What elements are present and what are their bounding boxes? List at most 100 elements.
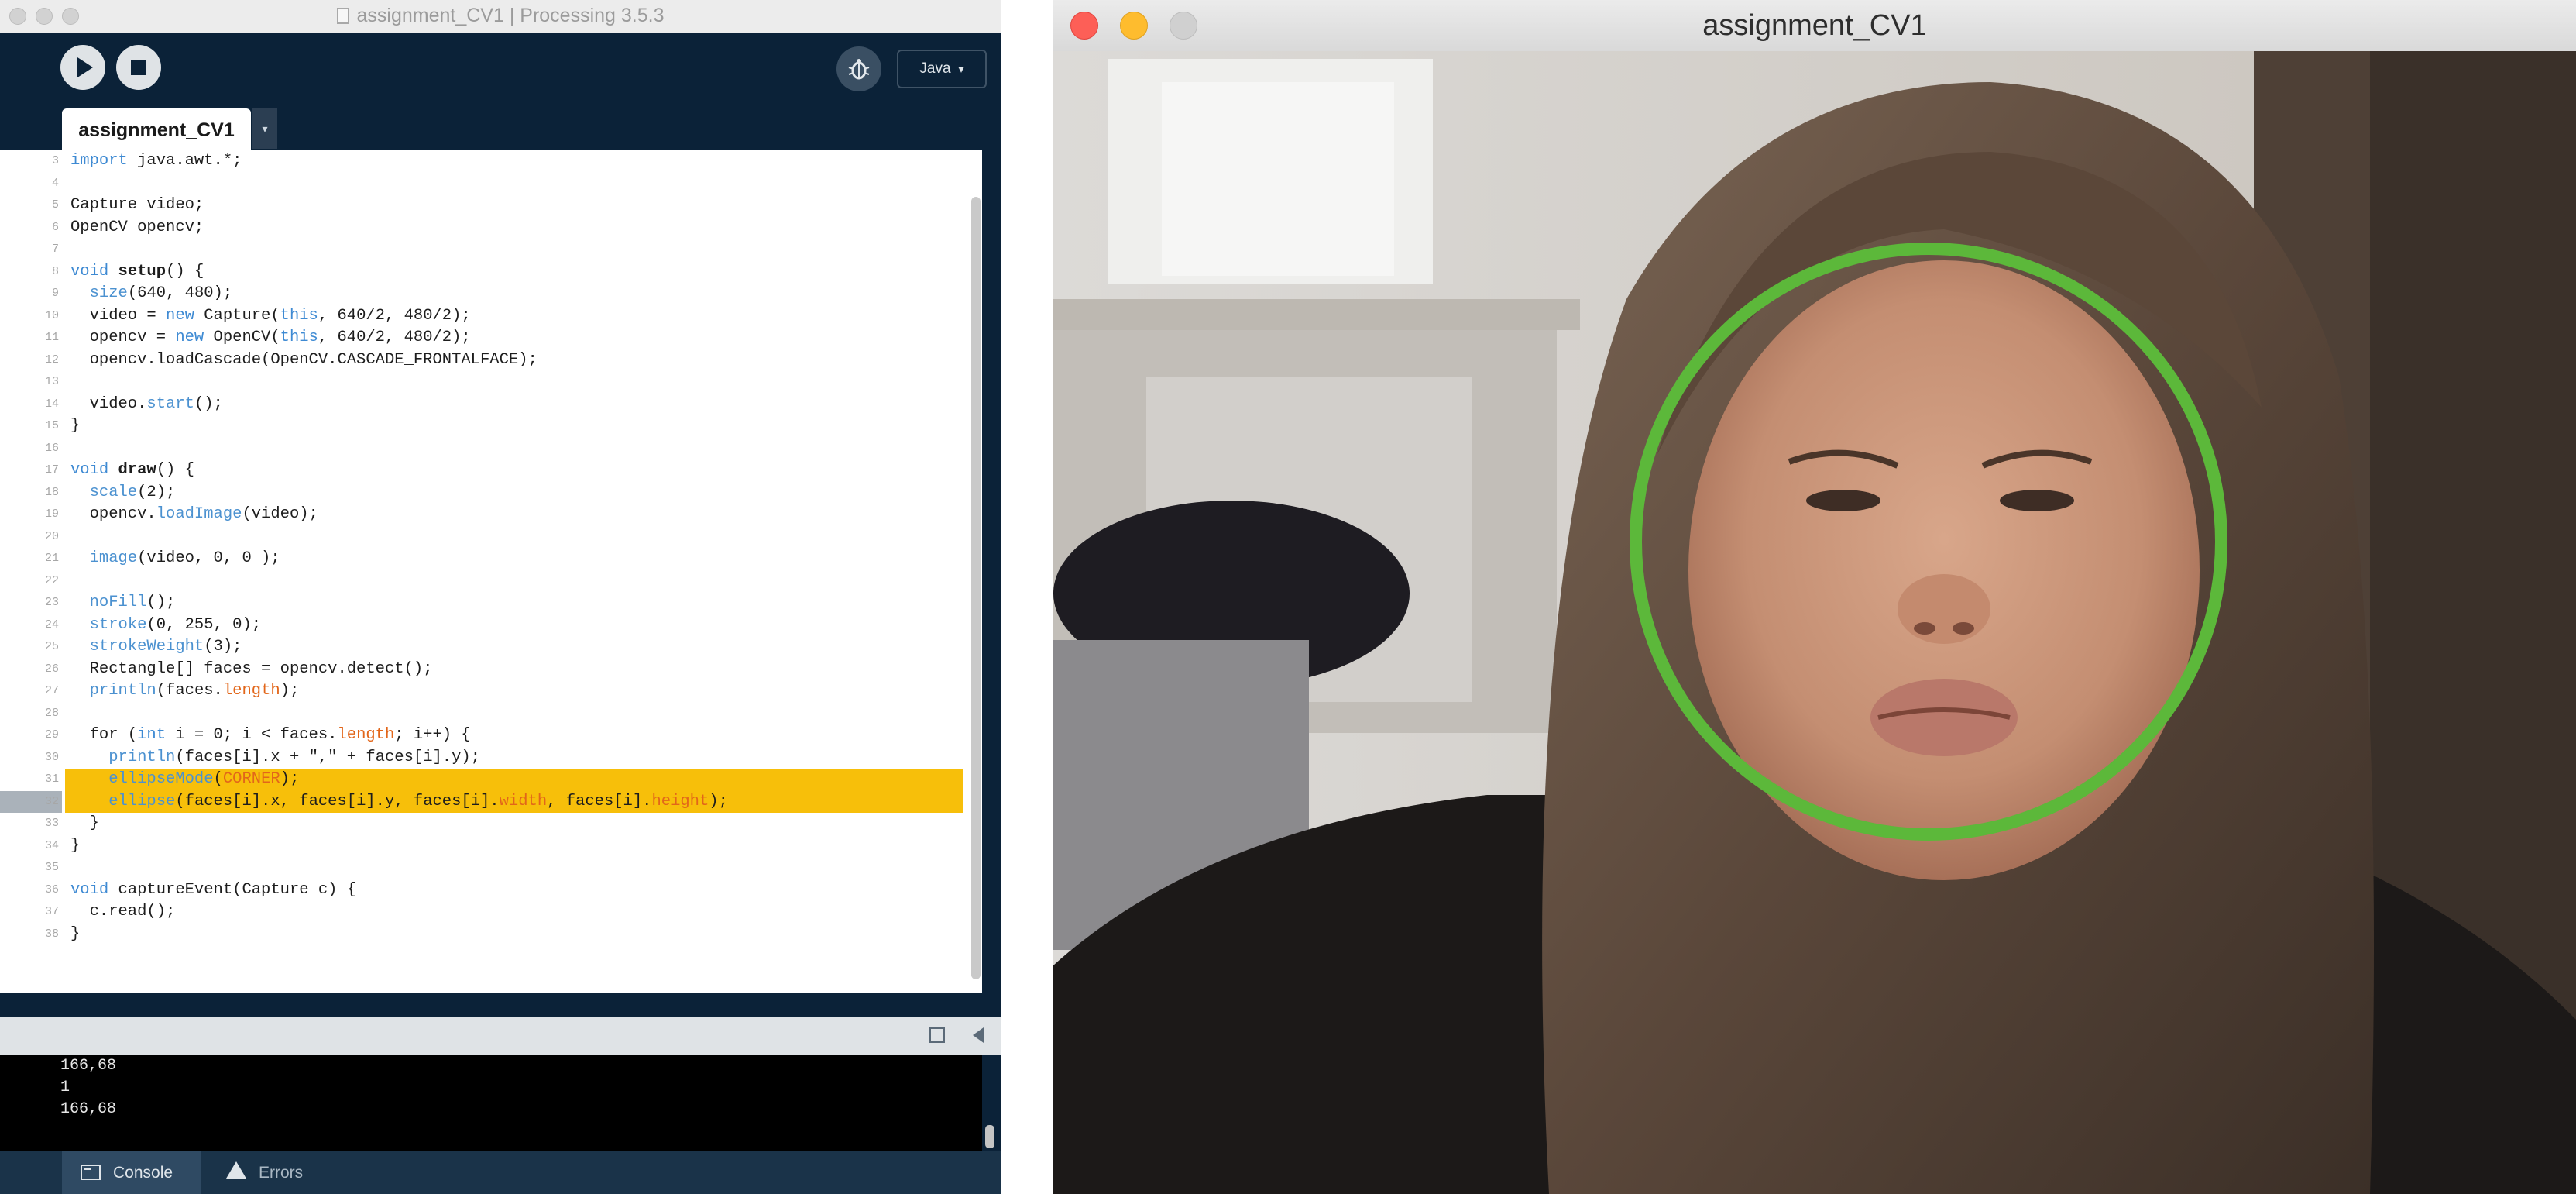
code-line[interactable]: 12 opencv.loadCascade(OpenCV.CASCADE_FRO…: [0, 349, 982, 372]
code-text: import java.awt.*;: [70, 152, 242, 170]
code-line[interactable]: 21 image(video, 0, 0 );: [0, 548, 982, 570]
sketch-window: assignment_CV1: [1053, 0, 2576, 1194]
code-line[interactable]: 34}: [0, 835, 982, 858]
code-line[interactable]: 30 println(faces[i].x + "," + faces[i].y…: [0, 747, 982, 769]
code-line[interactable]: 27 println(faces.length);: [0, 680, 982, 703]
code-line[interactable]: 28: [0, 703, 982, 725]
ide-window-title-text: assignment_CV1 | Processing 3.5.3: [356, 5, 665, 26]
tab-menu-button[interactable]: ▾: [252, 108, 277, 149]
code-text: for (int i = 0; i < faces.length; i++) {: [70, 726, 471, 744]
code-line[interactable]: 35: [0, 857, 982, 879]
code-line[interactable]: 16: [0, 438, 982, 460]
code-line[interactable]: 37 c.read();: [0, 901, 982, 924]
code-line[interactable]: 29 for (int i = 0; i < faces.length; i++…: [0, 724, 982, 747]
ide-toolbar: Java ▾: [0, 33, 1001, 113]
code-line[interactable]: 15}: [0, 415, 982, 438]
line-number: 27: [44, 684, 59, 697]
code-text: println(faces.length);: [89, 682, 300, 700]
document-icon: [336, 8, 349, 24]
code-line[interactable]: 9 size(640, 480);: [0, 283, 982, 305]
tab-assignment-cv1[interactable]: assignment_CV1: [62, 108, 251, 150]
code-text: println(faces[i].x + "," + faces[i].y);: [108, 748, 481, 766]
code-line[interactable]: 7: [0, 239, 982, 261]
code-line[interactable]: 25 strokeWeight(3);: [0, 636, 982, 659]
webcam-feed: [1053, 51, 2576, 1194]
code-line[interactable]: 36 void captureEvent(Capture c) {: [0, 879, 982, 902]
code-text: }: [70, 924, 81, 943]
line-number: 36: [44, 883, 59, 896]
code-line[interactable]: 14 video.start();: [0, 394, 982, 416]
stop-button[interactable]: [116, 45, 161, 90]
webcam-image: [1053, 51, 2576, 1194]
copy-icon[interactable]: [929, 1027, 945, 1043]
code-line[interactable]: 6 OpenCV opencv;: [0, 217, 982, 239]
code-line[interactable]: 20: [0, 526, 982, 549]
code-text: stroke(0, 255, 0);: [89, 615, 262, 634]
line-number: 18: [44, 485, 59, 499]
line-number: 6: [51, 220, 59, 234]
tab-errors[interactable]: Errors: [209, 1151, 333, 1194]
code-text: ellipse(faces[i].x, faces[i].y, faces[i]…: [108, 792, 728, 810]
code-line[interactable]: 33 }: [0, 813, 982, 835]
code-line[interactable]: 13: [0, 371, 982, 394]
editor-scrollbar-track[interactable]: [982, 150, 1001, 993]
code-line[interactable]: 10 video = new Capture(this, 640/2, 480/…: [0, 305, 982, 328]
line-number: 32: [44, 794, 59, 808]
run-button[interactable]: [60, 45, 105, 90]
code-text: c.read();: [70, 903, 176, 920]
line-number: 29: [44, 728, 59, 742]
code-text: video = new Capture(this, 640/2, 480/2);: [70, 306, 471, 325]
line-number: 34: [44, 838, 59, 852]
debugger-button[interactable]: [836, 46, 881, 91]
code-line[interactable]: 32 ellipse(faces[i].x, faces[i].y, faces…: [0, 790, 982, 813]
line-number: 5: [51, 198, 59, 212]
code-text: opencv.loadImage(video);: [70, 505, 318, 523]
processing-ide-window: assignment_CV1 | Processing 3.5.3 Java ▾ …: [0, 0, 1001, 1194]
code-line[interactable]: 22: [0, 570, 982, 593]
line-number: 13: [44, 375, 59, 388]
console-icon: [81, 1165, 101, 1180]
line-number: 8: [51, 264, 59, 278]
code-line[interactable]: 23 noFill();: [0, 592, 982, 614]
code-text: Rectangle[] faces = opencv.detect();: [70, 659, 433, 678]
mode-selector[interactable]: Java ▾: [897, 50, 987, 88]
mode-label: Java: [919, 60, 951, 77]
code-line[interactable]: 24 stroke(0, 255, 0);: [0, 614, 982, 637]
line-number: 19: [44, 508, 59, 521]
line-number: 10: [44, 308, 59, 322]
code-text: video.start();: [70, 394, 223, 413]
code-line[interactable]: 3 import java.awt.*;: [0, 150, 982, 173]
line-number: 14: [44, 397, 59, 411]
code-line[interactable]: 38}: [0, 924, 982, 946]
line-number: 12: [44, 353, 59, 366]
code-line[interactable]: 26 Rectangle[] faces = opencv.detect();: [0, 659, 982, 681]
tab-errors-label: Errors: [259, 1164, 304, 1182]
code-line[interactable]: 19 opencv.loadImage(video);: [0, 504, 982, 526]
code-line[interactable]: 4: [0, 173, 982, 195]
console-line: 166,68: [60, 1057, 117, 1075]
tab-console[interactable]: Console: [62, 1151, 201, 1194]
line-number: 31: [44, 772, 59, 786]
console-header-bar: [0, 1017, 1001, 1055]
code-line[interactable]: 31 ellipseMode(CORNER);: [0, 769, 982, 791]
line-number: 24: [44, 618, 59, 631]
editor-scrollbar-thumb[interactable]: [971, 197, 981, 979]
stop-icon: [131, 60, 146, 75]
code-line[interactable]: 18 scale(2);: [0, 482, 982, 504]
code-line[interactable]: 17 void draw() {: [0, 459, 982, 482]
line-number: 17: [44, 463, 59, 477]
code-text: size(640, 480);: [89, 284, 233, 302]
code-line[interactable]: 8 void setup() {: [0, 261, 982, 284]
code-editor[interactable]: 3 import java.awt.*; 4 5 Capture video; 6 Open…: [0, 150, 982, 993]
ide-window-title: assignment_CV1 | Processing 3.5.3: [0, 5, 1001, 27]
code-line[interactable]: 5 Capture video;: [0, 194, 982, 217]
console-scrollbar-thumb[interactable]: [985, 1125, 994, 1148]
code-line[interactable]: 11 opencv = new OpenCV(this, 640/2, 480/…: [0, 327, 982, 349]
line-number: 23: [44, 596, 59, 609]
line-number: 3: [51, 154, 59, 167]
code-lines: 3 import java.awt.*; 4 5 Capture video; 6 Open…: [0, 150, 982, 945]
line-number: 9: [51, 287, 59, 300]
line-number: 26: [44, 662, 59, 676]
chevron-down-icon: ▾: [958, 63, 964, 75]
collapse-icon[interactable]: [973, 1027, 984, 1043]
